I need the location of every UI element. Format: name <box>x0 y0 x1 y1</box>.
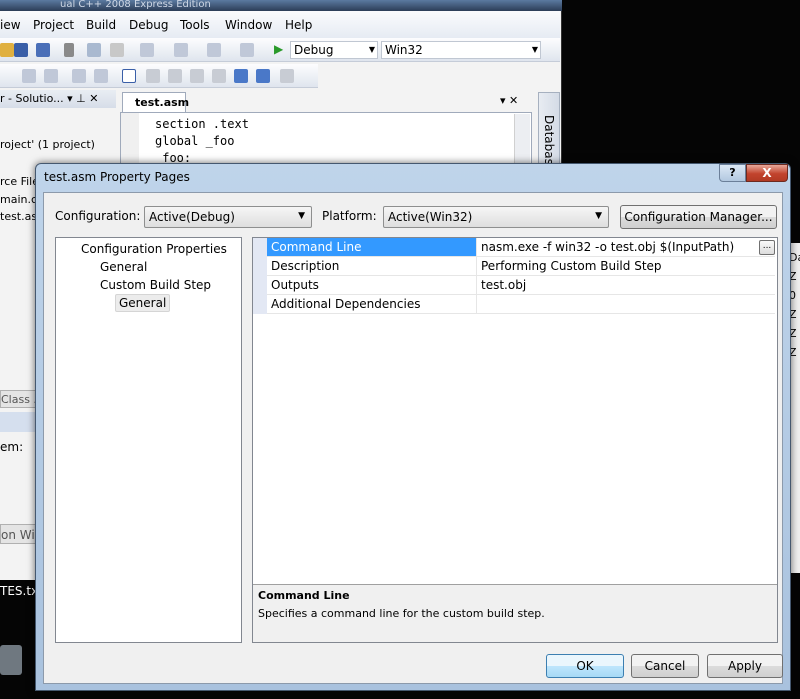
paste-icon[interactable] <box>110 43 124 57</box>
configuration-combo[interactable]: Active(Debug) ▼ <box>144 206 312 228</box>
save-all-icon[interactable] <box>36 43 50 57</box>
solution-explorer-header: r - Solutio... ▾ ⊥ ✕ <box>0 90 116 108</box>
property-grid: Command Line nasm.exe -f win32 -o test.o… <box>252 237 778 643</box>
save-icon[interactable] <box>14 43 28 57</box>
class-view-tab[interactable]: Class ... <box>0 390 44 408</box>
property-value[interactable]: test.obj <box>478 276 526 292</box>
start-debugging-icon[interactable]: ▶ <box>274 42 288 56</box>
tab-test-asm[interactable]: test.asm <box>122 92 189 112</box>
code-line: global _foo <box>155 134 235 148</box>
redo-icon[interactable] <box>174 43 188 57</box>
menu-help[interactable]: Help <box>285 18 312 32</box>
platform-label: Platform: <box>322 209 377 223</box>
prev-bookmark-folder-icon[interactable] <box>190 69 204 83</box>
solution-config-value: Debug <box>294 43 334 57</box>
clear-bookmarks-icon[interactable] <box>280 69 294 83</box>
configuration-manager-button[interactable]: Configuration Manager... <box>620 205 777 229</box>
property-value-input[interactable]: nasm.exe -f win32 -o test.obj $(InputPat… <box>478 238 734 254</box>
property-name: Description <box>267 257 477 275</box>
configuration-value: Active(Debug) <box>149 210 235 224</box>
ok-button[interactable]: OK <box>546 654 624 678</box>
bookmark-icon[interactable] <box>122 69 136 83</box>
tree-custom-build-step[interactable]: Custom Build Step <box>100 278 211 292</box>
property-tree: Configuration Properties General Custom … <box>55 237 242 643</box>
platform-value: Active(Win32) <box>388 210 473 224</box>
undo-icon[interactable] <box>140 43 154 57</box>
menu-project[interactable]: Project <box>33 18 74 32</box>
menu-build[interactable]: Build <box>86 18 116 32</box>
chevron-down-icon: ▼ <box>531 45 538 54</box>
editor-scrollbar[interactable] <box>514 114 530 170</box>
property-row-command-line[interactable]: Command Line nasm.exe -f win32 -o test.o… <box>267 238 775 257</box>
configuration-label: Configuration: <box>55 209 141 223</box>
open-icon[interactable] <box>0 43 14 57</box>
prev-bookmark-doc-icon[interactable] <box>234 69 248 83</box>
property-row-additional-dependencies[interactable]: Additional Dependencies <box>267 295 775 314</box>
property-name: Additional Dependencies <box>267 295 477 313</box>
browse-ellipsis-button[interactable]: ... <box>759 240 775 255</box>
chevron-down-icon: ▼ <box>595 211 602 221</box>
property-row-description[interactable]: Description Performing Custom Build Step <box>267 257 775 276</box>
comment-icon[interactable] <box>72 69 86 83</box>
chevron-down-icon: ▼ <box>368 45 375 54</box>
property-value[interactable]: Performing Custom Build Step <box>478 257 662 273</box>
cancel-button[interactable]: Cancel <box>631 654 699 678</box>
database-explorer-tab[interactable]: Databas <box>538 92 560 172</box>
property-value[interactable] <box>478 295 481 297</box>
ide-title-bar: ual C++ 2008 Express Edition <box>0 0 562 11</box>
tree-main-c[interactable]: main.c <box>0 193 37 206</box>
dialog-title: test.asm Property Pages <box>44 170 190 184</box>
properties-object-label: em: <box>0 440 24 454</box>
dialog-client: Configuration: Active(Debug) ▼ Platform: … <box>43 192 783 684</box>
menu-bar: iew Project Build Debug Tools Window Hel… <box>0 11 560 38</box>
tree-general[interactable]: General <box>100 260 147 274</box>
platform-combo[interactable]: Active(Win32) ▼ <box>383 206 609 228</box>
solution-explorer-title: r - Solutio... <box>0 92 64 105</box>
increase-indent-icon[interactable] <box>44 69 58 83</box>
next-bookmark-folder-icon[interactable] <box>212 69 226 83</box>
grid-gutter <box>253 238 267 314</box>
uncomment-icon[interactable] <box>94 69 108 83</box>
help-button[interactable]: ? <box>719 164 746 182</box>
description-title: Command Line <box>258 589 350 602</box>
database-explorer-label: Databas <box>542 115 556 165</box>
decrease-indent-icon[interactable] <box>22 69 36 83</box>
property-pages-dialog: test.asm Property Pages ? X Configuratio… <box>35 163 791 691</box>
menu-tools[interactable]: Tools <box>180 18 210 32</box>
solution-config-combo[interactable]: Debug ▼ <box>290 41 378 59</box>
chevron-down-icon: ▼ <box>298 211 305 221</box>
description-panel: Command Line Specifies a command line fo… <box>253 584 777 642</box>
editor-close-icon[interactable]: ▾ ✕ <box>500 94 518 107</box>
prev-bookmark-icon[interactable] <box>146 69 160 83</box>
standard-toolbar: ▶ Debug ▼ Win32 ▼ <box>0 38 560 62</box>
menu-view[interactable]: iew <box>0 18 21 32</box>
navigate-backward-icon[interactable] <box>207 43 221 57</box>
file-icon[interactable] <box>0 645 22 675</box>
navigate-forward-icon[interactable] <box>240 43 254 57</box>
menu-debug[interactable]: Debug <box>129 18 168 32</box>
next-bookmark-icon[interactable] <box>168 69 182 83</box>
close-button[interactable]: X <box>746 164 788 182</box>
solution-platform-value: Win32 <box>385 43 423 57</box>
copy-icon[interactable] <box>87 43 101 57</box>
apply-button[interactable]: Apply <box>707 654 783 678</box>
cut-icon[interactable] <box>64 43 74 57</box>
output-window-tab[interactable]: on Win <box>0 524 42 544</box>
text-editor-toolbar <box>0 64 318 88</box>
menu-window[interactable]: Window <box>225 18 272 32</box>
solution-platform-combo[interactable]: Win32 ▼ <box>381 41 541 59</box>
property-row-outputs[interactable]: Outputs test.obj <box>267 276 775 295</box>
solution-root[interactable]: roject' (1 project) <box>0 138 95 151</box>
next-bookmark-doc-icon[interactable] <box>256 69 270 83</box>
tree-configuration-properties[interactable]: Configuration Properties <box>81 242 227 256</box>
description-text: Specifies a command line for the custom … <box>258 607 545 620</box>
property-name: Command Line <box>267 238 477 256</box>
tree-source-files[interactable]: rce File <box>0 175 39 188</box>
code-line: section .text <box>155 117 249 131</box>
property-name: Outputs <box>267 276 477 294</box>
properties-header <box>0 412 40 432</box>
tree-custom-build-general-selected[interactable]: General <box>115 294 171 312</box>
